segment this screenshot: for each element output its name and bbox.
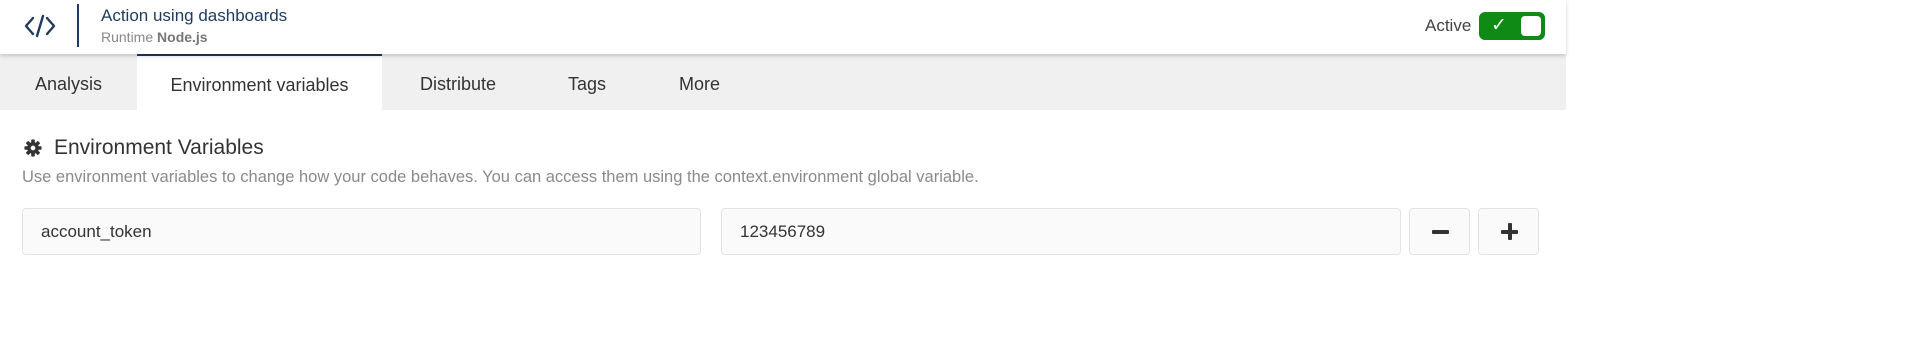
section-description: Use environment variables to change how … xyxy=(22,168,979,186)
runtime-value: Node.js xyxy=(157,29,208,45)
app-frame: Action using dashboards Runtime Node.js … xyxy=(0,0,1566,337)
variable-value-input[interactable] xyxy=(721,208,1401,255)
active-toggle[interactable]: ✓ xyxy=(1479,12,1545,40)
header-divider xyxy=(77,4,79,47)
remove-variable-button[interactable] xyxy=(1409,208,1470,255)
gear-icon xyxy=(24,139,42,157)
add-variable-button[interactable] xyxy=(1478,208,1539,255)
variable-key-input[interactable] xyxy=(22,208,701,255)
section-title-text: Environment Variables xyxy=(54,136,264,159)
tab-environment-variables[interactable]: Environment variables xyxy=(137,54,382,111)
check-icon: ✓ xyxy=(1491,14,1507,36)
active-label: Active xyxy=(1425,16,1472,35)
page-title: Action using dashboards xyxy=(101,6,288,25)
tab-distribute[interactable]: Distribute xyxy=(382,54,534,110)
header: Action using dashboards Runtime Node.js … xyxy=(0,0,1566,54)
code-icon xyxy=(24,14,56,38)
section-title: Environment Variables xyxy=(24,134,264,162)
tab-tags[interactable]: Tags xyxy=(534,54,640,110)
runtime-label: Runtime xyxy=(101,29,154,45)
toggle-knob xyxy=(1521,16,1541,36)
runtime-info: Runtime Node.js xyxy=(101,29,208,45)
minus-icon xyxy=(1432,230,1449,234)
tab-bar: Analysis Environment variables Distribut… xyxy=(0,54,1566,111)
tab-more[interactable]: More xyxy=(640,54,759,110)
tab-analysis[interactable]: Analysis xyxy=(0,54,137,110)
